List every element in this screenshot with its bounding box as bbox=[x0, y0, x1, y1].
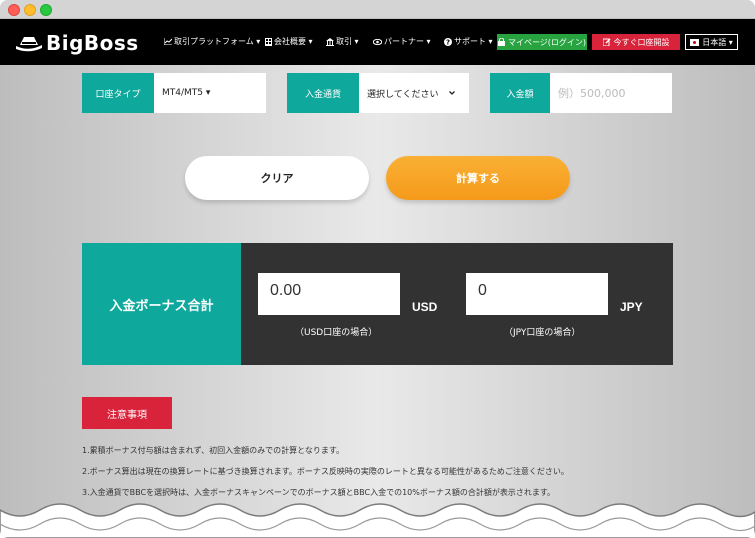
brand-logo[interactable]: BigBoss bbox=[16, 31, 139, 55]
nav-item-trading[interactable]: 取引 ▾ bbox=[326, 36, 359, 47]
currency-value: 選択してください bbox=[367, 89, 439, 100]
nav-item-support[interactable]: ? サポート ▾ bbox=[444, 36, 493, 47]
nav-item-platform[interactable]: 取引プラットフォーム ▾ bbox=[164, 36, 260, 47]
svg-text:?: ? bbox=[446, 38, 450, 46]
close-window-button[interactable] bbox=[8, 4, 20, 16]
amount-label: 入金額 bbox=[490, 73, 550, 113]
torn-edge-decoration bbox=[0, 503, 755, 538]
bonus-total-label: 入金ボーナス合計 bbox=[82, 243, 241, 365]
mypage-login-label: マイページ(ログイン) bbox=[507, 37, 587, 47]
minimize-window-button[interactable] bbox=[24, 4, 36, 16]
currency-select[interactable]: 選択してください bbox=[359, 73, 469, 113]
amount-input[interactable]: 例）500,000 bbox=[550, 73, 672, 113]
chart-icon bbox=[164, 38, 172, 45]
nav-item-company-label: 会社概要 ▾ bbox=[274, 37, 313, 46]
jpy-result-field: 0 bbox=[466, 273, 608, 315]
mypage-login-button[interactable]: マイページ(ログイン) bbox=[497, 34, 587, 50]
nav-item-platform-label: 取引プラットフォーム ▾ bbox=[174, 37, 261, 46]
nav-item-company[interactable]: 会社概要 ▾ bbox=[265, 36, 313, 47]
open-account-label: 今すぐ口座開設 bbox=[613, 37, 670, 47]
maximize-window-button[interactable] bbox=[40, 4, 52, 16]
nav-item-support-label: サポート ▾ bbox=[454, 37, 493, 46]
currency-label: 入金通貨 bbox=[287, 73, 359, 113]
japan-flag-icon bbox=[690, 38, 700, 46]
jpy-note: （JPY口座の場合） bbox=[504, 328, 581, 338]
building-icon bbox=[265, 37, 272, 46]
language-label: 日本語 ▾ bbox=[702, 37, 733, 47]
nav-item-partner-label: パートナー ▾ bbox=[384, 37, 431, 46]
notice-item: 1.累積ボーナス付与額は含まれず、初回入金額のみでの計算となります。 bbox=[82, 446, 345, 455]
hat-logo-icon bbox=[16, 37, 42, 52]
amount-placeholder: 例）500,000 bbox=[558, 87, 626, 100]
usd-result-field: 0.00 bbox=[258, 273, 400, 315]
clear-button[interactable]: クリア bbox=[185, 156, 369, 200]
top-navigation: BigBoss 取引プラットフォーム ▾ 会社概要 ▾ 取引 ▾ パートナー ▾… bbox=[0, 19, 755, 65]
account-type-label: 口座タイプ bbox=[82, 73, 154, 113]
calculate-button[interactable]: 計算する bbox=[386, 156, 570, 200]
usd-unit-label: USD bbox=[412, 300, 438, 314]
edit-icon bbox=[602, 38, 611, 46]
usd-note: （USD口座の場合） bbox=[295, 328, 378, 338]
question-icon: ? bbox=[444, 37, 452, 46]
browser-window: BigBoss 取引プラットフォーム ▾ 会社概要 ▾ 取引 ▾ パートナー ▾… bbox=[0, 0, 755, 538]
bank-icon bbox=[326, 37, 334, 46]
brand-name: BigBoss bbox=[46, 31, 139, 55]
account-type-select[interactable]: MT4/MT5 ▾ bbox=[154, 73, 266, 113]
open-account-button[interactable]: 今すぐ口座開設 bbox=[592, 34, 680, 50]
nav-item-partner[interactable]: パートナー ▾ bbox=[373, 36, 431, 47]
chevron-down-icon bbox=[449, 91, 455, 95]
lock-icon bbox=[497, 38, 505, 46]
nav-item-trading-label: 取引 ▾ bbox=[336, 37, 359, 46]
window-titlebar bbox=[0, 0, 755, 19]
jpy-unit-label: JPY bbox=[620, 300, 643, 314]
language-selector[interactable]: 日本語 ▾ bbox=[685, 34, 738, 50]
eye-icon bbox=[373, 38, 382, 45]
notice-item: 2.ボーナス算出は現在の換算レートに基づき換算されます。ボーナス反映時の実際のレ… bbox=[82, 467, 569, 476]
account-type-value: MT4/MT5 ▾ bbox=[162, 88, 211, 98]
bonus-calculator: 口座タイプ MT4/MT5 ▾ 入金通貨 選択してください 入金額 例）500,… bbox=[0, 65, 755, 538]
notice-heading-button[interactable]: 注意事項 bbox=[82, 397, 172, 429]
result-panel: 入金ボーナス合計 0.00 USD （USD口座の場合） 0 JPY （JPY口… bbox=[82, 243, 673, 365]
